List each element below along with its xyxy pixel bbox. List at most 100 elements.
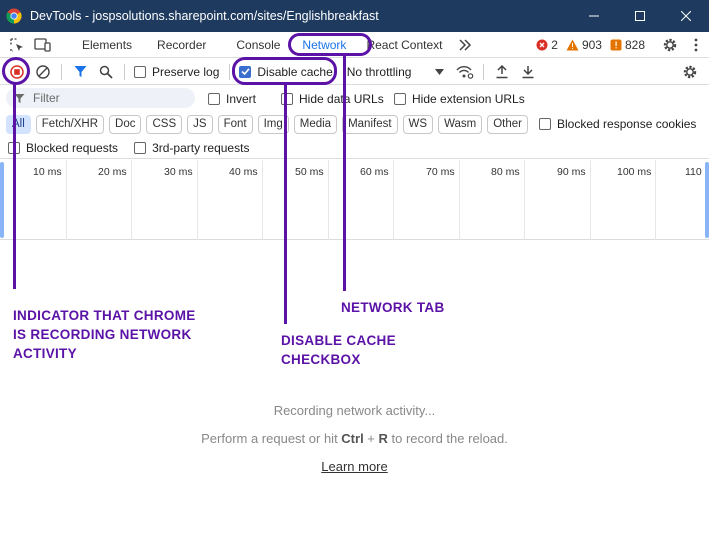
disable-cache-annotation: DISABLE CACHE CHECKBOX	[281, 333, 396, 367]
recording-status-text: Recording network activity...	[273, 403, 436, 418]
issues-icon	[610, 39, 622, 51]
filter-row: Filter Invert Hide data URLs Hide extens…	[0, 86, 709, 111]
chrome-logo-icon	[6, 8, 22, 24]
timeline-tick-label: 10 ms	[33, 166, 62, 178]
toolbar-divider	[61, 63, 62, 80]
minimize-button[interactable]	[571, 0, 617, 32]
timeline-gridline	[459, 160, 460, 240]
inspect-element-button[interactable]	[4, 32, 30, 58]
blocked-requests-checkbox[interactable]: Blocked requests	[8, 141, 118, 155]
inspect-element-icon	[10, 37, 23, 52]
hide-extension-urls-label: Hide extension URLs	[412, 92, 525, 106]
issues-count[interactable]: 828	[610, 38, 645, 52]
invert-checkbox[interactable]: Invert	[208, 92, 256, 106]
type-chip-all[interactable]: All	[6, 114, 31, 134]
third-party-requests-checkbox-box[interactable]	[134, 141, 147, 154]
toolbar-divider	[483, 63, 485, 80]
network-tab-highlight	[288, 33, 372, 56]
timeline-right-handle[interactable]	[705, 162, 709, 238]
hide-data-urls-checkbox-box[interactable]	[281, 93, 293, 105]
warning-count[interactable]: 903	[566, 38, 602, 52]
timeline-gridline	[524, 160, 525, 240]
warning-count-value: 903	[581, 38, 602, 52]
type-chip-css[interactable]: CSS	[146, 114, 183, 134]
issues-count-value: 828	[624, 38, 645, 52]
network-toolbar: Preserve log Disable cache No throttling	[0, 59, 709, 85]
more-options-button[interactable]	[683, 32, 709, 58]
timeline-gridline	[66, 160, 67, 240]
close-button[interactable]	[663, 0, 709, 32]
kebab-menu-icon	[694, 38, 698, 52]
filter-input[interactable]: Filter	[6, 88, 195, 108]
timeline-gridline	[590, 160, 591, 240]
timeline-overview[interactable]: 10 ms 20 ms 30 ms 40 ms 50 ms 60 ms 70 ms 80 ms…	[0, 160, 709, 240]
invert-checkbox-box[interactable]	[208, 93, 220, 105]
tab-elements[interactable]: Elements	[72, 32, 142, 58]
disable-cache-pointer	[284, 84, 287, 324]
type-chip-media[interactable]: Media	[293, 114, 338, 134]
clear-button[interactable]	[30, 59, 56, 85]
timeline-left-handle[interactable]	[0, 162, 4, 238]
hide-extension-urls-checkbox-box[interactable]	[394, 93, 406, 105]
record-reload-hint: Perform a request or hit Ctrl + R to rec…	[0, 431, 709, 446]
maximize-icon	[635, 11, 645, 21]
window-titlebar: DevTools - jospsolutions.sharepoint.com/…	[0, 0, 709, 32]
type-chip-fetch-xhr[interactable]: Fetch/XHR	[35, 114, 105, 134]
timeline-tick-label: 80 ms	[491, 166, 520, 178]
preserve-log-checkbox[interactable]: Preserve log	[134, 65, 219, 79]
type-chip-manifest[interactable]: Manifest	[342, 114, 398, 134]
third-party-requests-checkbox[interactable]: 3rd-party requests	[134, 141, 249, 155]
hint-key-r: R	[378, 431, 388, 446]
throttling-select[interactable]: No throttling	[347, 65, 445, 79]
error-icon	[536, 39, 548, 51]
timeline-gridline	[262, 160, 263, 240]
timeline-tick-label: 30 ms	[164, 166, 193, 178]
preserve-log-checkbox-box[interactable]	[134, 65, 146, 78]
export-har-button[interactable]	[515, 59, 541, 85]
blocked-response-cookies-checkbox-box[interactable]	[539, 118, 551, 130]
hide-data-urls-checkbox[interactable]: Hide data URLs	[281, 92, 384, 106]
preserve-log-label: Preserve log	[152, 64, 220, 79]
hint-key-ctrl: Ctrl	[341, 431, 364, 446]
tab-console[interactable]: Console	[226, 32, 290, 58]
blocked-requests-row: Blocked requests 3rd-party requests	[0, 137, 709, 159]
type-chip-js[interactable]: JS	[187, 114, 213, 134]
recording-indicator-highlight	[2, 57, 30, 85]
network-conditions-button[interactable]	[452, 59, 478, 85]
type-chip-doc[interactable]: Doc	[109, 114, 142, 134]
filter-toggle-button[interactable]	[67, 59, 93, 85]
type-chip-ws[interactable]: WS	[402, 114, 434, 134]
toolbar-divider	[229, 63, 231, 80]
network-tab-annotation: NETWORK TAB	[341, 300, 445, 315]
minimize-icon	[589, 15, 599, 17]
timeline-tick-label: 40 ms	[229, 166, 258, 178]
hide-extension-urls-checkbox[interactable]: Hide extension URLs	[394, 92, 525, 106]
search-button[interactable]	[93, 59, 119, 85]
timeline-tick-label: 20 ms	[98, 166, 127, 178]
type-chip-font[interactable]: Font	[217, 114, 253, 134]
tab-recorder[interactable]: Recorder	[147, 32, 216, 58]
timeline-tick-label: 50 ms	[295, 166, 324, 178]
toolbar-divider	[124, 63, 125, 80]
disable-cache-highlight	[232, 57, 337, 85]
network-settings-button[interactable]	[677, 59, 703, 85]
device-toggle-icon	[34, 37, 51, 52]
maximize-button[interactable]	[617, 0, 663, 32]
hint-suffix: to record the reload.	[387, 431, 508, 446]
blocked-response-cookies-checkbox[interactable]: Blocked response cookies	[539, 117, 696, 131]
error-count[interactable]: 2	[536, 38, 558, 52]
clear-icon	[36, 64, 50, 79]
more-tabs-button[interactable]	[452, 32, 478, 58]
device-toolbar-button[interactable]	[30, 32, 56, 58]
recording-indicator-annotation: INDICATOR THAT CHROME IS RECORDING NETWO…	[13, 308, 196, 361]
settings-button[interactable]	[657, 32, 683, 58]
type-chip-wasm[interactable]: Wasm	[438, 114, 483, 134]
timeline-gridline	[197, 160, 198, 240]
learn-more-link[interactable]: Learn more	[321, 459, 387, 474]
download-icon	[522, 65, 534, 78]
timeline-gridline	[393, 160, 394, 240]
type-chip-other[interactable]: Other	[487, 114, 528, 134]
import-har-button[interactable]	[489, 59, 515, 85]
hide-data-urls-label: Hide data URLs	[299, 92, 384, 106]
window-title: DevTools - jospsolutions.sharepoint.com/…	[30, 9, 379, 23]
